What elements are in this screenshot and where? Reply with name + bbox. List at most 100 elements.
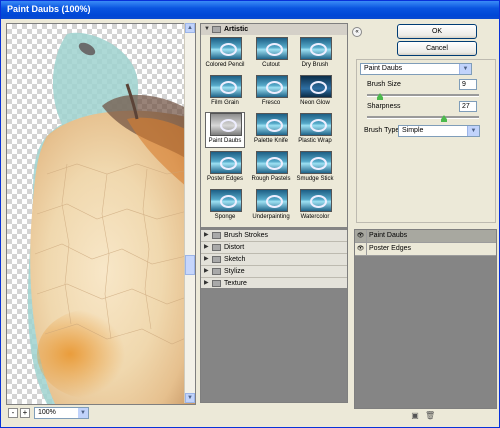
thumb-palette-knife[interactable]: Palette Knife [252, 113, 290, 147]
title-bar[interactable]: Paint Daubs (100%) [1, 1, 499, 19]
category-brush-strokes[interactable]: ▶ Brush Strokes [201, 230, 347, 242]
thumb-colored-pencil[interactable]: Colored Pencil [205, 37, 245, 71]
category-label: Sketch [224, 256, 246, 263]
thumbnail-image [300, 151, 332, 174]
thumb-label: Rough Pastels [251, 176, 291, 182]
thumb-label: Poster Edges [206, 176, 244, 182]
thumb-label: Plastic Wrap [298, 138, 332, 144]
zoom-out-button[interactable]: - [8, 408, 18, 418]
zoom-select[interactable]: 100% ▼ [34, 407, 89, 419]
filter-gallery: ▼ Artistic Colored Pencil Cutout Dry Bru… [200, 23, 348, 403]
collapsed-arrow-icon: ▶ [204, 256, 209, 262]
image-preview[interactable] [6, 23, 196, 405]
thumbnail-image [256, 189, 288, 212]
brush-size-label: Brush Size [367, 81, 401, 88]
thumbnail-image [256, 75, 288, 98]
thumbnail-image [256, 113, 288, 136]
expanded-arrow-icon: ▼ [204, 26, 210, 32]
thumb-fresco[interactable]: Fresco [252, 75, 290, 109]
thumb-poster-edges[interactable]: Poster Edges [206, 151, 244, 185]
category-label: Stylize [224, 268, 245, 275]
effect-layer-poster-edges[interactable]: 👁 Poster Edges [355, 243, 496, 256]
collapsed-arrow-icon: ▶ [204, 244, 209, 250]
thumb-plastic-wrap[interactable]: Plastic Wrap [296, 113, 334, 147]
cancel-button[interactable]: Cancel [397, 41, 477, 56]
thumb-film-grain[interactable]: Film Grain [206, 75, 244, 109]
new-effect-layer-icon[interactable]: ▣ [410, 411, 420, 421]
scroll-up-arrow-icon[interactable]: ▲ [185, 23, 195, 33]
collapsed-arrow-icon: ▶ [204, 232, 209, 238]
thumb-dry-brush[interactable]: Dry Brush [296, 37, 334, 71]
sharpness-slider-track[interactable] [367, 116, 479, 119]
thumb-label: Underpainting [252, 214, 290, 220]
category-sketch[interactable]: ▶ Sketch [201, 254, 347, 266]
thumb-paint-daubs[interactable]: Paint Daubs [205, 112, 245, 148]
preview-vertical-scrollbar[interactable]: ▲ ▼ [184, 23, 195, 403]
filter-gallery-window: Paint Daubs (100%) ▲ ▼ - + 100% ▼ ▼ Arti… [0, 0, 500, 428]
thumbnail-image [256, 151, 288, 174]
thumb-sponge[interactable]: Sponge [206, 189, 244, 223]
effect-layers-panel: 👁 Paint Daubs 👁 Poster Edges [354, 229, 497, 409]
thumb-label: Watercolor [300, 214, 330, 220]
chevron-down-icon: ▼ [78, 408, 88, 418]
effect-layer-paint-daubs[interactable]: 👁 Paint Daubs [355, 230, 496, 243]
sharpness-label: Sharpness [367, 103, 401, 110]
thumbnail-image [256, 37, 288, 60]
thumbnail-grid: Colored Pencil Cutout Dry Brush Film Gra… [201, 35, 347, 227]
thumb-label: Film Grain [211, 100, 239, 106]
thumbnail-image [300, 189, 332, 212]
category-distort[interactable]: ▶ Distort [201, 242, 347, 254]
scroll-down-arrow-icon[interactable]: ▼ [185, 393, 195, 403]
thumb-label: Cutout [262, 62, 280, 68]
folder-icon [212, 232, 221, 239]
scroll-thumb[interactable] [185, 255, 195, 275]
thumb-label: Paint Daubs [208, 138, 242, 144]
thumb-neon-glow[interactable]: Neon Glow [296, 75, 334, 109]
thumb-underpainting[interactable]: Underpainting [252, 189, 290, 223]
thumbnail-image [210, 75, 242, 98]
category-label: Artistic [224, 26, 249, 33]
brush-size-slider-track[interactable] [367, 94, 479, 97]
trash-icon[interactable]: 🗑 [425, 411, 435, 421]
thumb-label: Colored Pencil [205, 62, 245, 68]
thumb-label: Palette Knife [253, 138, 289, 144]
thumbnail-image [300, 113, 332, 136]
filter-select-value: Paint Daubs [364, 65, 403, 72]
brush-size-input[interactable]: 9 [459, 79, 477, 90]
folder-icon [212, 268, 221, 275]
chevron-down-icon: ▼ [459, 64, 471, 74]
thumb-watercolor[interactable]: Watercolor [296, 189, 334, 223]
thumb-rough-pastels[interactable]: Rough Pastels [251, 151, 291, 185]
collapsed-arrow-icon: ▶ [204, 268, 209, 274]
thumb-label: Fresco [261, 100, 281, 106]
filter-settings-panel: Paint Daubs ▼ Brush Size 9 Sharpness 27 … [356, 59, 496, 223]
brush-type-value: Simple [402, 127, 424, 134]
thumb-smudge-stick[interactable]: Smudge Stick [296, 151, 334, 185]
category-stylize[interactable]: ▶ Stylize [201, 266, 347, 278]
layer-label: Poster Edges [369, 245, 412, 252]
thumbnail-image [210, 37, 242, 60]
layer-label: Paint Daubs [369, 232, 408, 239]
thumb-cutout[interactable]: Cutout [252, 37, 290, 71]
window-title: Paint Daubs (100%) [7, 4, 91, 14]
brush-type-select[interactable]: Simple ▼ [398, 125, 480, 137]
folder-icon [212, 280, 221, 287]
preview-artwork [27, 32, 195, 404]
thumb-label: Smudge Stick [296, 176, 334, 182]
eye-icon[interactable]: 👁 [355, 243, 367, 255]
collapse-gallery-icon[interactable]: « [352, 27, 362, 37]
eye-icon[interactable]: 👁 [355, 230, 367, 242]
thumb-label: Neon Glow [300, 100, 330, 106]
thumb-label: Dry Brush [301, 62, 329, 68]
zoom-in-button[interactable]: + [20, 408, 30, 418]
category-label: Brush Strokes [224, 232, 268, 239]
thumbnail-image [210, 113, 242, 136]
zoom-bar: - + 100% ▼ [6, 405, 194, 421]
thumb-label: Sponge [214, 214, 236, 220]
sharpness-input[interactable]: 27 [459, 101, 477, 112]
filter-select[interactable]: Paint Daubs ▼ [360, 63, 472, 75]
folder-icon [212, 26, 221, 33]
thumbnail-image [210, 151, 242, 174]
ok-button[interactable]: OK [397, 24, 477, 39]
category-label: Distort [224, 244, 245, 251]
